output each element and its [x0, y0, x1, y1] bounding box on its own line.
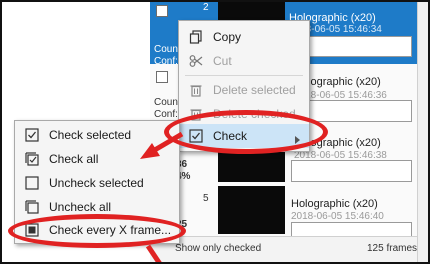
- app-window: 2 Holographic (x20) 2018-06-05 15:46:34 …: [0, 0, 430, 264]
- annotation-arrows: [140, 131, 184, 264]
